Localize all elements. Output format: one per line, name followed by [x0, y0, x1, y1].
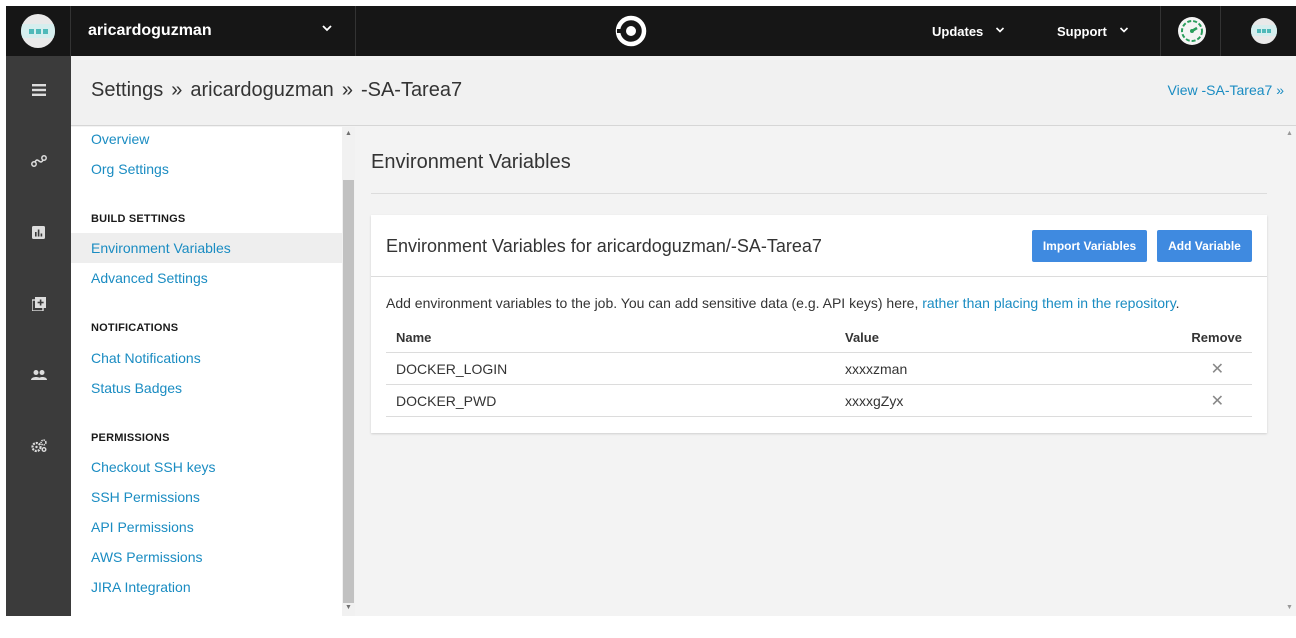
- column-header-remove: Remove: [1191, 330, 1242, 345]
- org-switcher[interactable]: aricardoguzman: [71, 6, 356, 56]
- column-header-value: Value: [845, 330, 879, 345]
- divider: [1160, 6, 1161, 56]
- description-text: Add environment variables to the job. Yo…: [386, 295, 923, 311]
- team-icon[interactable]: [6, 363, 71, 387]
- sidebar-item-jira-integration[interactable]: JIRA Integration: [91, 579, 191, 595]
- breadcrumb-org[interactable]: aricardoguzman: [190, 79, 333, 101]
- add-project-icon[interactable]: [6, 292, 71, 316]
- page-title: Environment Variables: [371, 151, 571, 173]
- updates-label: Updates: [932, 23, 984, 39]
- breadcrumb-settings[interactable]: Settings: [91, 79, 163, 101]
- sidebar-item-overview[interactable]: Overview: [91, 131, 149, 147]
- sidebar-item-ssh-permissions[interactable]: SSH Permissions: [91, 489, 200, 505]
- sidebar-heading-permissions: PERMISSIONS: [91, 432, 170, 444]
- org-avatar-cell[interactable]: [6, 6, 71, 56]
- sidebar-item-aws-permissions[interactable]: AWS Permissions: [91, 549, 203, 565]
- env-vars-table: Name Value Remove DOCKER_LOGIN xxxxzman …: [386, 325, 1252, 417]
- breadcrumb-separator: »: [171, 79, 183, 101]
- org-avatar[interactable]: [21, 14, 55, 48]
- breadcrumb: Settings » aricardoguzman » -SA-Tarea7: [91, 79, 462, 102]
- sidebar-scrollbar-thumb[interactable]: [343, 180, 354, 603]
- chevron-down-icon: [321, 22, 333, 37]
- sidebar-item-chat-notifications[interactable]: Chat Notifications: [91, 350, 201, 366]
- sidebar-item-checkout-ssh-keys[interactable]: Checkout SSH keys: [91, 459, 216, 475]
- chevron-down-icon: [1119, 25, 1129, 38]
- sidebar-scrollbar[interactable]: ▲ ▼: [342, 127, 355, 616]
- remove-icon[interactable]: ✕: [1211, 359, 1224, 379]
- workflows-icon[interactable]: [6, 149, 71, 173]
- app-frame: aricardoguzman Updates Support Settings …: [6, 6, 1296, 616]
- scroll-down-arrow-icon[interactable]: ▼: [345, 604, 352, 611]
- table-row: DOCKER_LOGIN xxxxzman ✕: [386, 353, 1252, 385]
- support-label: Support: [1057, 23, 1107, 39]
- sidebar-item-status-badges[interactable]: Status Badges: [91, 380, 182, 396]
- card-description: Add environment variables to the job. Yo…: [386, 295, 1180, 311]
- top-bar: aricardoguzman Updates Support: [6, 6, 1296, 56]
- add-variable-button[interactable]: Add Variable: [1157, 230, 1252, 262]
- support-menu[interactable]: Support: [1057, 6, 1129, 56]
- variable-name: DOCKER_LOGIN: [396, 361, 508, 377]
- user-avatar-button[interactable]: [1251, 18, 1277, 44]
- breadcrumb-separator: »: [341, 79, 353, 101]
- variable-value: xxxxgZyx: [845, 393, 904, 409]
- builds-list-icon[interactable]: [6, 78, 71, 102]
- circleci-logo-icon[interactable]: [614, 14, 648, 48]
- scroll-down-arrow-icon[interactable]: ▼: [1286, 604, 1293, 611]
- view-project-link[interactable]: View -SA-Tarea7 »: [1168, 82, 1284, 98]
- user-avatar[interactable]: [1251, 18, 1277, 44]
- sidebar-heading-notifications: NOTIFICATIONS: [91, 322, 179, 334]
- card-title: Environment Variables for aricardoguzman…: [386, 236, 822, 256]
- chevron-down-icon: [995, 25, 1005, 38]
- column-header-name: Name: [396, 330, 432, 345]
- settings-sidebar: Overview Org Settings BUILD SETTINGS Env…: [71, 127, 342, 616]
- repository-link[interactable]: rather than placing them in the reposito…: [922, 295, 1175, 311]
- org-name: aricardoguzman: [88, 22, 212, 39]
- updates-menu[interactable]: Updates: [932, 6, 1005, 56]
- divider: [1220, 6, 1221, 56]
- env-vars-card: Environment Variables for aricardoguzman…: [371, 215, 1267, 433]
- left-nav: [6, 56, 71, 616]
- import-variables-button[interactable]: Import Variables: [1032, 230, 1147, 262]
- breadcrumb-project[interactable]: -SA-Tarea7: [361, 79, 462, 101]
- remove-icon[interactable]: ✕: [1211, 391, 1224, 411]
- variable-value: xxxxzman: [845, 361, 908, 377]
- divider: [371, 193, 1267, 194]
- variable-name: DOCKER_PWD: [396, 393, 497, 409]
- sidebar-heading-build: BUILD SETTINGS: [91, 213, 186, 225]
- table-row: DOCKER_PWD xxxxgZyx ✕: [386, 385, 1252, 417]
- sidebar-item-org-settings[interactable]: Org Settings: [91, 161, 169, 177]
- description-end: .: [1175, 295, 1180, 311]
- scroll-up-arrow-icon[interactable]: ▲: [345, 130, 352, 137]
- status-gauge-icon[interactable]: [1178, 17, 1206, 45]
- sidebar-item-api-permissions[interactable]: API Permissions: [91, 519, 194, 535]
- scroll-up-arrow-icon[interactable]: ▲: [1286, 130, 1293, 137]
- breadcrumb-header: Settings » aricardoguzman » -SA-Tarea7 View …: [71, 56, 1296, 126]
- insights-icon[interactable]: [6, 220, 71, 244]
- table-header-row: Name Value Remove: [386, 325, 1252, 353]
- settings-gears-icon[interactable]: [6, 434, 71, 458]
- sidebar-item-advanced-settings[interactable]: Advanced Settings: [91, 270, 208, 286]
- card-header: Environment Variables for aricardoguzman…: [371, 215, 1267, 277]
- sidebar-item-environment-variables[interactable]: Environment Variables: [91, 240, 231, 256]
- main-scrollbar[interactable]: ▲ ▼: [1283, 127, 1296, 616]
